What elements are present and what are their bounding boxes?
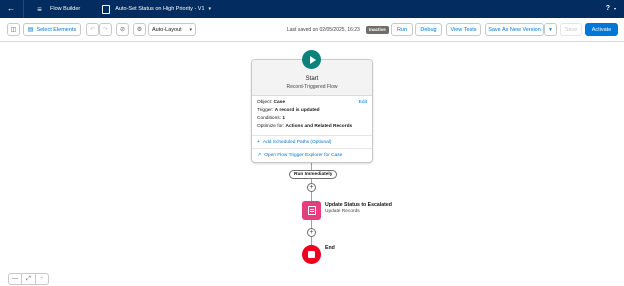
end-label: End <box>325 245 335 251</box>
edit-trigger-link[interactable]: Edit <box>359 100 367 105</box>
chevron-down-icon[interactable]: ▾ <box>209 6 212 12</box>
end-node <box>302 245 321 264</box>
add-element-button[interactable]: + <box>307 228 316 237</box>
conditions-detail: Conditions: 1 <box>257 116 285 121</box>
debug-button[interactable]: Debug <box>415 23 442 36</box>
trigger-detail: Trigger: A record is updated <box>257 108 320 113</box>
start-title: Start <box>305 76 319 82</box>
card-divider <box>252 135 372 136</box>
add-element-button[interactable]: + <box>307 183 316 192</box>
help-chevron-icon[interactable]: ▾ <box>614 0 616 18</box>
no-entry-icon: ⊘ <box>119 27 126 33</box>
flow-builder-app-icon: ≡ <box>37 4 42 14</box>
run-immediately-path-label[interactable]: Run Immediately <box>289 170 338 179</box>
start-subtitle: Record-Triggered Flow <box>286 84 338 90</box>
toggle-panel-button[interactable]: ◫ <box>7 23 20 36</box>
save-label: Save <box>564 26 578 33</box>
undo-icon: ↶ <box>89 27 96 33</box>
save-as-new-version-label: Save As New Version <box>488 26 541 33</box>
plus-icon: + <box>40 276 44 282</box>
zoom-out-button[interactable]: — <box>9 274 23 284</box>
layout-select[interactable]: Auto-Layout ▾ <box>148 23 196 36</box>
activate-button[interactable]: Activate <box>585 23 618 36</box>
save-button[interactable]: Save <box>560 23 582 36</box>
conditions-label: Conditions: <box>257 116 281 121</box>
action-subtitle: Update Records <box>325 209 360 214</box>
redo-icon: ↷ <box>102 27 109 33</box>
nav-divider <box>23 0 24 18</box>
zoom-controls: — ⤢ + <box>8 273 49 285</box>
view-tests-label: View Tests <box>450 26 477 33</box>
status-badge: Inactive <box>366 26 389 34</box>
select-elements-label: Select Elements <box>36 26 77 33</box>
panel-icon: ◫ <box>10 27 17 33</box>
zoom-in-button[interactable]: + <box>36 274 48 284</box>
add-scheduled-paths-link[interactable]: + Add Scheduled Paths (Optional) <box>257 139 331 145</box>
chevron-down-icon: ▾ <box>549 26 552 33</box>
object-label: Object: <box>257 100 273 105</box>
activate-label: Activate <box>591 26 612 33</box>
optimize-value: Actions and Related Records <box>285 124 353 129</box>
flow-file-icon <box>102 4 111 14</box>
update-records-icon <box>307 206 316 215</box>
card-divider <box>252 148 372 149</box>
debug-label: Debug <box>420 26 437 33</box>
plus-icon: + <box>257 139 260 145</box>
optimize-detail: Optimize for: Actions and Related Record… <box>257 124 352 129</box>
conditions-value: 1 <box>282 116 286 121</box>
play-icon <box>309 55 316 64</box>
stop-icon <box>308 251 315 258</box>
flow-title[interactable]: Auto-Set Status on High Priority - V1 <box>115 6 204 12</box>
app-name: Flow Builder <box>50 6 81 12</box>
help-icon[interactable]: ? <box>606 0 610 18</box>
fit-view-button[interactable]: ⤢ <box>22 274 36 284</box>
view-tests-button[interactable]: View Tests <box>446 23 481 36</box>
add-scheduled-paths-label: Add Scheduled Paths (Optional) <box>262 139 332 145</box>
action-title[interactable]: Update Status to Escalated <box>325 202 392 208</box>
save-as-new-version-button[interactable]: Save As New Version <box>485 23 544 36</box>
object-value: Case <box>273 100 286 105</box>
check-errors-button[interactable]: ⊘ <box>116 23 129 36</box>
update-records-node[interactable] <box>302 201 321 220</box>
chevron-down-icon: ▾ <box>189 26 192 33</box>
expand-icon: ⤢ <box>26 275 31 282</box>
back-arrow-icon[interactable]: ← <box>6 0 16 18</box>
select-icon: ▤ <box>27 27 34 33</box>
toolbar: ◫ ▤ Select Elements ↶ ↷ ⊘ ⚙ Auto-Layout … <box>0 18 624 42</box>
redo-button[interactable]: ↷ <box>99 23 112 36</box>
start-node-icon[interactable] <box>302 50 321 69</box>
object-detail: Object: Case <box>257 100 285 105</box>
run-label: Run <box>396 26 408 33</box>
external-link-icon: ↗ <box>257 152 262 158</box>
undo-button[interactable]: ↶ <box>86 23 99 36</box>
open-trigger-explorer-link[interactable]: ↗ Open Flow Trigger Explorer for Case <box>257 152 342 158</box>
settings-button[interactable]: ⚙ <box>133 23 146 36</box>
open-trigger-explorer-label: Open Flow Trigger Explorer for Case <box>264 152 343 158</box>
connector-line <box>311 163 312 170</box>
trigger-value: A record is updated <box>274 108 320 113</box>
last-saved-text: Last saved on 02/05/2025, 16:23 <box>287 27 360 33</box>
minus-icon: — <box>12 276 19 282</box>
layout-select-value: Auto-Layout <box>152 26 182 33</box>
start-element-card[interactable]: Start Record-Triggered Flow Edit Object:… <box>251 59 373 163</box>
top-nav-bar: ← ≡ Flow Builder Auto-Set Status on High… <box>0 0 624 18</box>
optimize-label: Optimize for: <box>257 124 285 129</box>
gear-icon: ⚙ <box>136 27 143 33</box>
save-options-button[interactable]: ▾ <box>544 23 557 36</box>
run-button[interactable]: Run <box>391 23 413 36</box>
trigger-label: Trigger: <box>257 108 274 113</box>
select-elements-button[interactable]: ▤ Select Elements <box>23 23 81 36</box>
